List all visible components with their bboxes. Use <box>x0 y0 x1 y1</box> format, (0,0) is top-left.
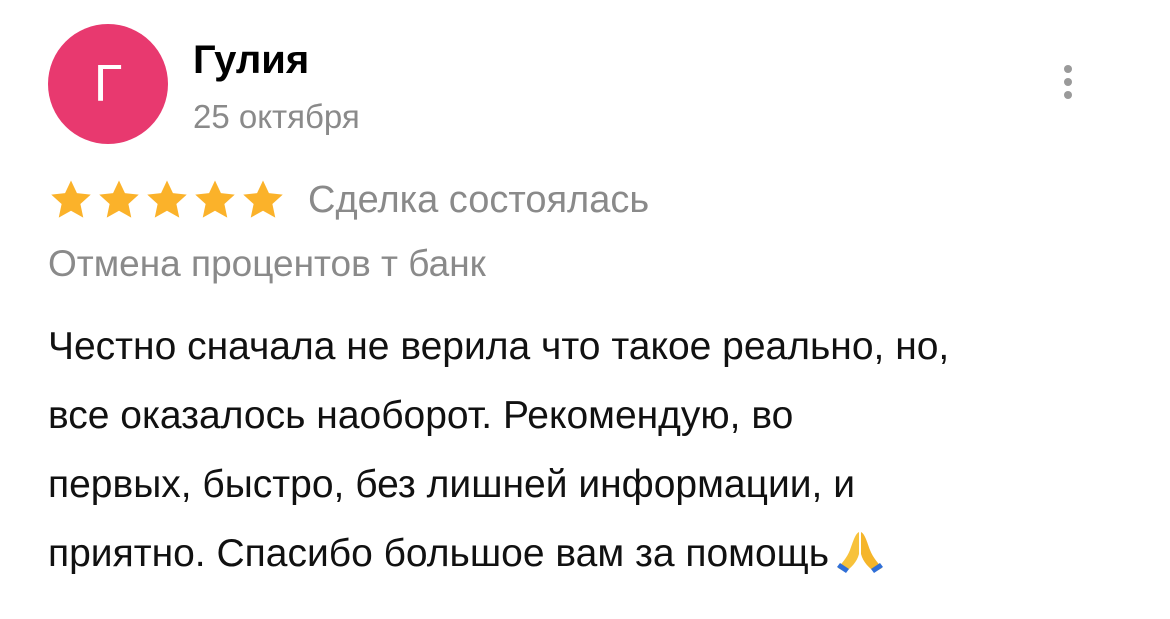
folded-hands-icon <box>837 532 884 573</box>
author-name[interactable]: Гулия <box>193 36 309 84</box>
star-icon <box>99 180 139 218</box>
star-icon <box>147 180 187 218</box>
star-icon <box>195 180 235 218</box>
review-text: Честно сначала не верила что такое реаль… <box>48 312 1128 588</box>
star-icon <box>51 180 91 218</box>
rating-row: Сделка состоялась <box>48 172 649 228</box>
avatar[interactable]: Г <box>48 24 168 144</box>
more-vertical-icon <box>1064 65 1072 73</box>
review-text-line: приятно. Спасибо большое вам за помощь <box>48 519 1128 588</box>
review-card: Г Гулия 25 октября Сделка состоялась Отм… <box>0 0 1170 619</box>
review-text-line: Честно сначала не верила что такое реаль… <box>48 325 950 368</box>
deal-status: Сделка состоялась <box>308 179 650 221</box>
review-date: 25 октября <box>193 98 360 135</box>
star-rating <box>48 177 286 223</box>
review-text-line: все оказалось наоборот. Рекомендую, во <box>48 394 794 437</box>
more-vertical-icon-dot <box>1064 78 1072 86</box>
star-icon <box>243 180 283 218</box>
avatar-letter: Г <box>93 55 123 113</box>
review-text-line: первых, быстро, без лишней информации, и <box>48 463 855 506</box>
more-vertical-icon-dot <box>1064 91 1072 99</box>
more-options-button[interactable] <box>1052 58 1084 106</box>
review-subject: Отмена процентов т банк <box>48 243 486 284</box>
